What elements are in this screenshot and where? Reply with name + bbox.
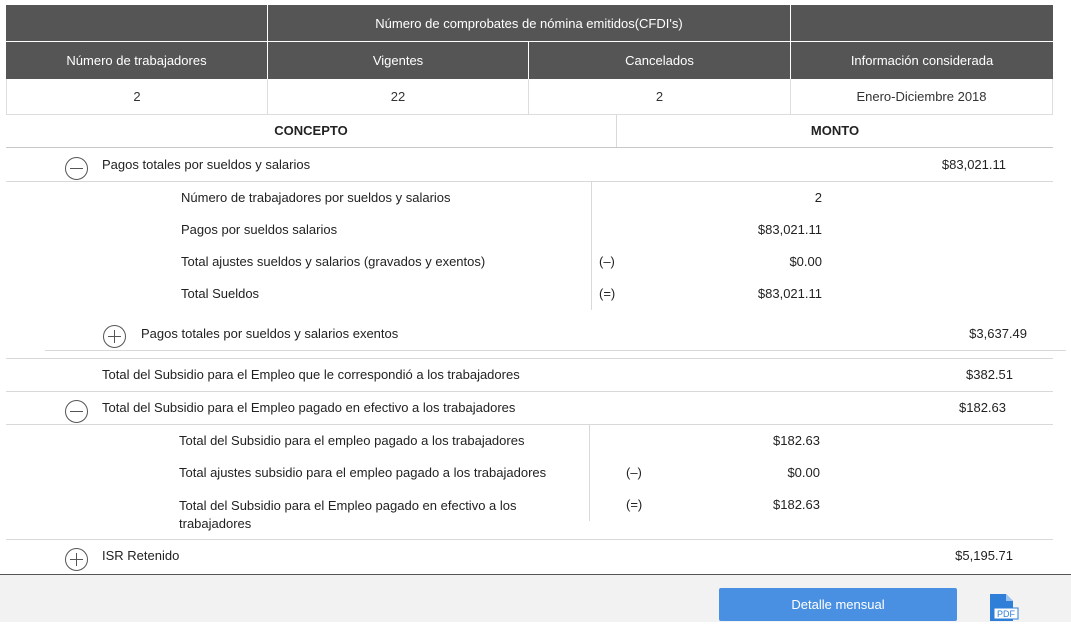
divider — [6, 147, 1053, 148]
sueldos-row-amount: 2 — [814, 190, 822, 205]
expand-exentos-icon[interactable] — [103, 325, 126, 348]
detalle-mensual-label: Detalle mensual — [791, 597, 885, 612]
subsidio-correspondio-amount: $382.51 — [966, 367, 1013, 382]
summary-cell-trabajadores: 2 — [6, 79, 268, 115]
col-header-informacion: Información considerada — [791, 42, 1053, 79]
subsidio-row-amount: $0.00 — [787, 465, 820, 480]
sueldos-row-amount: $83,021.11 — [757, 286, 822, 301]
pdf-download-icon[interactable]: PDF — [986, 590, 1020, 621]
sueldos-row-label: Total Sueldos — [181, 286, 260, 301]
sueldos-column-divider — [591, 182, 592, 310]
summary-value: 2 — [655, 89, 664, 104]
monto-header: MONTO — [810, 123, 860, 138]
exentos-label: Pagos totales por sueldos y salarios exe… — [141, 326, 399, 341]
divider — [6, 181, 1053, 182]
divider — [45, 350, 1066, 351]
subsidio-row-label: Total del Subsidio para el Empleo pagado… — [179, 498, 517, 531]
summary-value: 2 — [133, 89, 141, 104]
sueldos-row-operator: (–) — [599, 254, 615, 269]
subsidio-pagado-label: Total del Subsidio para el Empleo pagado… — [102, 400, 516, 415]
subsidio-row-label: Total ajustes subsidio para el empleo pa… — [179, 465, 547, 480]
col-header-trabajadores: Número de trabajadores — [6, 42, 268, 79]
pdf-icon: PDF — [990, 594, 1019, 621]
summary-group-header: Número de comprobates de nómina emitidos… — [268, 5, 791, 41]
collapse-sueldos-icon[interactable] — [65, 157, 88, 180]
sueldos-row-label: Total ajustes sueldos y salarios (gravad… — [181, 254, 486, 269]
divider — [6, 358, 1053, 359]
concepto-header: CONCEPTO — [274, 123, 348, 138]
expand-isr-icon[interactable] — [65, 548, 88, 571]
col-header-text: Cancelados — [625, 53, 694, 68]
col-header-cancelados: Cancelados — [529, 42, 791, 79]
summary-value: 22 — [390, 89, 406, 104]
sueldos-amount: $83,021.11 — [941, 157, 1006, 172]
exentos-amount: $3,637.49 — [969, 326, 1027, 341]
divider — [6, 391, 1053, 392]
subsidio-row-label: Total del Subsidio para el empleo pagado… — [179, 433, 525, 448]
sueldos-label: Pagos totales por sueldos y salarios — [102, 157, 311, 172]
summary-empty-header — [6, 5, 268, 41]
pdf-icon-label: PDF — [997, 609, 1016, 619]
summary-cell-vigentes: 22 — [268, 79, 529, 115]
divider — [6, 539, 1053, 540]
subsidio-row-operator: (=) — [626, 497, 643, 512]
subsidio-row-amount: $182.63 — [773, 497, 820, 512]
detalle-mensual-button[interactable]: Detalle mensual — [719, 588, 957, 621]
summary-empty-header-right — [791, 5, 1053, 41]
sueldos-row-operator: (=) — [599, 286, 616, 301]
summary-cell-informacion: Enero-Diciembre 2018 — [791, 79, 1053, 115]
isr-amount: $5,195.71 — [955, 548, 1013, 563]
subsidio-pagado-amount: $182.63 — [959, 400, 1006, 415]
sueldos-row-amount: $0.00 — [789, 254, 822, 269]
col-header-text: Información considerada — [850, 53, 994, 68]
subsidio-row-operator: (–) — [626, 465, 642, 480]
subsidio-column-divider — [589, 425, 590, 521]
collapse-subsidio-icon[interactable] — [65, 400, 88, 423]
subsidio-correspondio-label: Total del Subsidio para el Empleo que le… — [102, 367, 520, 382]
sueldos-row-label: Pagos por sueldos salarios — [181, 222, 338, 237]
subsidio-row-amount: $182.63 — [773, 433, 820, 448]
col-header-text: Vigentes — [372, 53, 424, 68]
summary-cell-cancelados: 2 — [529, 79, 791, 115]
col-header-text: Número de trabajadores — [66, 53, 207, 68]
summary-group-header-text: Número de comprobates de nómina emitidos… — [375, 15, 683, 31]
divider — [6, 424, 1053, 425]
summary-table: Número de comprobates de nómina emitidos… — [6, 5, 1053, 115]
col-header-vigentes: Vigentes — [268, 42, 529, 79]
isr-label: ISR Retenido — [102, 548, 180, 563]
sueldos-row-label: Número de trabajadores por sueldos y sal… — [181, 190, 451, 205]
sueldos-row-amount: $83,021.11 — [757, 222, 822, 237]
summary-value: Enero-Diciembre 2018 — [856, 89, 987, 104]
